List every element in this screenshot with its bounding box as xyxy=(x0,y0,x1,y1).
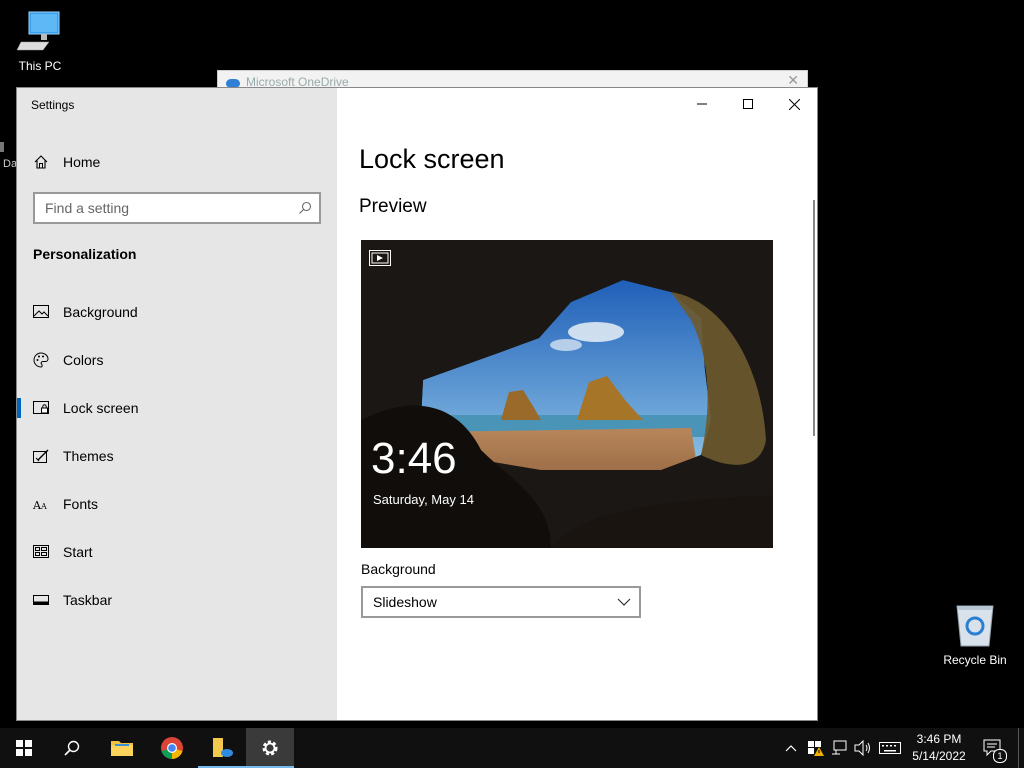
lock-screen-icon xyxy=(33,400,49,416)
show-desktop-button[interactable] xyxy=(1018,728,1019,768)
chrome-icon xyxy=(161,737,183,759)
nav-item-label: Lock screen xyxy=(63,400,139,416)
recycle-bin-icon xyxy=(956,605,994,647)
partial-icon-graphic xyxy=(0,142,4,152)
settings-sidebar: Settings Home Personalization Background… xyxy=(17,88,337,720)
themes-icon xyxy=(33,448,49,464)
search-icon xyxy=(64,740,80,756)
computer-icon xyxy=(16,11,60,51)
background-dropdown-value: Slideshow xyxy=(373,594,437,610)
nav-item-taskbar[interactable]: Taskbar xyxy=(17,576,337,624)
volume-tray-button[interactable] xyxy=(852,728,874,768)
touch-keyboard-button[interactable] xyxy=(876,728,904,768)
action-center-button[interactable]: 1 xyxy=(980,728,1007,768)
gear-icon xyxy=(262,740,278,756)
network-tray-button[interactable] xyxy=(828,728,850,768)
section-title: Personalization xyxy=(33,246,137,262)
search-box[interactable] xyxy=(33,192,321,224)
home-icon xyxy=(34,155,48,169)
nav-item-label: Start xyxy=(63,544,93,560)
taskbar-settings[interactable] xyxy=(246,728,294,768)
volume-icon xyxy=(854,740,870,756)
taskbar-search-button[interactable] xyxy=(48,728,96,768)
fonts-icon: AA xyxy=(33,496,49,512)
taskbar-chrome[interactable] xyxy=(148,728,196,768)
taskbar: 3:46 PM 5/14/2022 1 xyxy=(0,728,1024,768)
home-label: Home xyxy=(63,154,101,170)
notification-count-badge: 1 xyxy=(993,749,1007,763)
partial-icon-label: Da xyxy=(3,158,16,170)
onedrive-window[interactable]: Microsoft OneDrive ✕ xyxy=(217,70,808,90)
start-icon xyxy=(33,544,49,560)
taskbar-onedrive-explorer[interactable] xyxy=(198,728,246,768)
close-icon xyxy=(788,98,800,110)
nav-item-label: Background xyxy=(63,304,138,320)
picture-icon xyxy=(33,304,49,320)
taskbar-file-explorer[interactable] xyxy=(98,728,146,768)
nav-item-colors[interactable]: Colors xyxy=(17,336,337,384)
maximize-button[interactable] xyxy=(725,88,771,120)
preview-heading: Preview xyxy=(359,196,427,217)
search-input[interactable] xyxy=(35,194,285,222)
windows-logo-icon xyxy=(16,740,32,756)
desktop-icon-label: This PC xyxy=(18,59,62,73)
background-label: Background xyxy=(361,561,436,577)
nav-item-themes[interactable]: Themes xyxy=(17,432,337,480)
nav-item-fonts[interactable]: AA Fonts xyxy=(17,480,337,528)
chevron-down-icon xyxy=(617,598,631,606)
clock-time: 3:46 PM xyxy=(916,732,962,746)
page-title: Lock screen xyxy=(359,144,505,174)
slideshow-icon xyxy=(369,250,391,266)
nav-item-lock-screen[interactable]: Lock screen xyxy=(17,384,337,432)
content-scrollbar[interactable] xyxy=(813,200,815,436)
palette-icon xyxy=(33,352,49,368)
taskbar-icon xyxy=(33,592,49,608)
nav-item-label: Themes xyxy=(63,448,114,464)
keyboard-icon xyxy=(879,742,901,754)
settings-content: Lock screen Preview 3:46 Saturday, May 1… xyxy=(337,88,817,720)
folder-cloud-icon xyxy=(213,738,233,757)
nav-item-label: Colors xyxy=(63,352,104,368)
start-button[interactable] xyxy=(0,728,48,768)
onedrive-close-icon[interactable]: ✕ xyxy=(787,72,799,89)
preview-time: 3:46 xyxy=(371,434,457,483)
folder-icon xyxy=(111,741,133,756)
minimize-button[interactable] xyxy=(679,88,725,120)
desktop-icon-recycle-bin[interactable]: Recycle Bin xyxy=(938,602,1012,667)
background-dropdown[interactable]: Slideshow xyxy=(361,586,641,618)
network-icon xyxy=(832,740,847,755)
nav-item-label: Fonts xyxy=(63,496,99,512)
home-link[interactable]: Home xyxy=(33,150,100,174)
shield-warning-icon xyxy=(808,741,824,756)
nav-item-background[interactable]: Background xyxy=(17,288,337,336)
maximize-icon xyxy=(743,99,753,109)
close-button[interactable] xyxy=(771,88,817,120)
security-tray-button[interactable] xyxy=(804,728,826,768)
lock-screen-preview: 3:46 Saturday, May 14 xyxy=(361,240,773,548)
desktop-icon-partial[interactable]: Da xyxy=(0,140,16,180)
clock-date: 5/14/2022 xyxy=(912,749,966,763)
preview-date: Saturday, May 14 xyxy=(373,492,474,507)
onedrive-window-title: Microsoft OneDrive xyxy=(246,75,349,89)
svg-text:A: A xyxy=(40,502,47,511)
personalization-nav: Background Colors Lock screen Themes AA … xyxy=(17,288,337,624)
taskbar-clock[interactable]: 3:46 PM 5/14/2022 xyxy=(906,731,972,765)
nav-item-start[interactable]: Start xyxy=(17,528,337,576)
recycle-bin-label: Recycle Bin xyxy=(943,653,1007,667)
settings-window: Settings Home Personalization Background… xyxy=(17,88,817,720)
show-hidden-icons-button[interactable] xyxy=(780,728,802,768)
onedrive-cloud-icon xyxy=(226,79,240,87)
desktop-icon-this-pc[interactable]: This PC xyxy=(0,10,80,73)
minimize-icon xyxy=(697,103,707,105)
search-icon[interactable] xyxy=(297,200,313,216)
nav-item-label: Taskbar xyxy=(63,592,113,608)
app-title: Settings xyxy=(31,98,75,112)
chevron-up-icon xyxy=(785,745,797,752)
